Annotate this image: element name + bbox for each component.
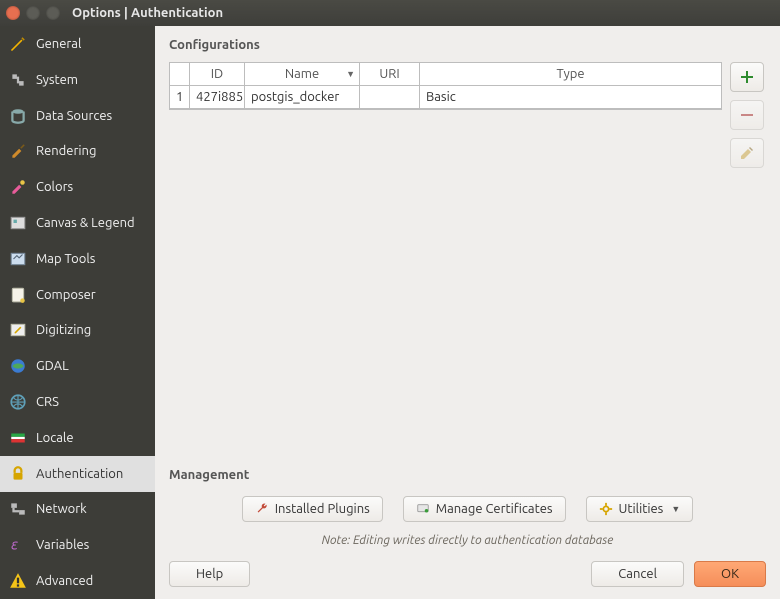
cell-type: Basic bbox=[420, 86, 722, 109]
locale-icon bbox=[8, 428, 28, 448]
management-note: Note: Editing writes directly to authent… bbox=[169, 534, 766, 547]
gear-icon bbox=[599, 502, 613, 516]
cell-n: 1 bbox=[170, 86, 190, 109]
sidebar-item-label: Advanced bbox=[36, 574, 93, 588]
sidebar-item-map-tools[interactable]: Map Tools bbox=[0, 241, 155, 277]
window-titlebar: Options | Authentication bbox=[0, 0, 780, 26]
rendering-icon bbox=[8, 141, 28, 161]
remove-config-button[interactable] bbox=[730, 100, 764, 130]
ok-button[interactable]: OK bbox=[694, 561, 766, 587]
management-heading: Management bbox=[169, 468, 766, 482]
table-header-id[interactable]: ID bbox=[190, 63, 245, 86]
manage-certificates-button[interactable]: Manage Certificates bbox=[403, 496, 566, 522]
sidebar-item-label: Authentication bbox=[36, 467, 123, 481]
variables-icon: ε bbox=[8, 535, 28, 555]
sidebar-item-label: Canvas & Legend bbox=[36, 216, 135, 230]
options-sidebar: General System Data Sources Rendering Colors… bbox=[0, 26, 155, 599]
sidebar-item-locale[interactable]: Locale bbox=[0, 420, 155, 456]
sidebar-item-label: Digitizing bbox=[36, 323, 91, 337]
add-config-button[interactable] bbox=[730, 62, 764, 92]
manage-certificates-label: Manage Certificates bbox=[436, 502, 553, 516]
cancel-button[interactable]: Cancel bbox=[591, 561, 684, 587]
gdal-icon bbox=[8, 356, 28, 376]
installed-plugins-button[interactable]: Installed Plugins bbox=[242, 496, 383, 522]
network-icon bbox=[8, 499, 28, 519]
map-tools-icon bbox=[8, 249, 28, 269]
configurations-heading: Configurations bbox=[169, 38, 766, 52]
sidebar-item-label: Composer bbox=[36, 288, 96, 302]
sidebar-item-gdal[interactable]: GDAL bbox=[0, 348, 155, 384]
data-sources-icon bbox=[8, 106, 28, 126]
crs-icon bbox=[8, 392, 28, 412]
sidebar-item-label: Network bbox=[36, 502, 87, 516]
sidebar-item-authentication[interactable]: Authentication bbox=[0, 456, 155, 492]
sidebar-item-canvas-legend[interactable]: Canvas & Legend bbox=[0, 205, 155, 241]
sidebar-item-crs[interactable]: CRS bbox=[0, 384, 155, 420]
canvas-legend-icon bbox=[8, 213, 28, 233]
window-close-button[interactable] bbox=[6, 6, 20, 20]
sidebar-item-system[interactable]: System bbox=[0, 62, 155, 98]
svg-text:ε: ε bbox=[11, 536, 18, 553]
wrench-icon bbox=[255, 502, 269, 516]
sidebar-item-composer[interactable]: Composer bbox=[0, 277, 155, 313]
installed-plugins-label: Installed Plugins bbox=[275, 502, 370, 516]
certificate-icon bbox=[416, 502, 430, 516]
sidebar-item-label: Colors bbox=[36, 180, 73, 194]
colors-icon bbox=[8, 177, 28, 197]
advanced-icon bbox=[8, 571, 28, 591]
plus-icon bbox=[739, 69, 755, 85]
cell-name: postgis_docker bbox=[245, 86, 360, 109]
chevron-down-icon: ▼ bbox=[671, 504, 680, 514]
cell-uri bbox=[360, 86, 420, 109]
window-title: Options | Authentication bbox=[72, 6, 223, 20]
general-icon bbox=[8, 34, 28, 54]
options-content: Configurations ID Name▼ URI Type 1427i88… bbox=[155, 26, 780, 599]
table-empty-area bbox=[169, 109, 722, 110]
config-toolbuttons bbox=[730, 62, 766, 168]
table-header-type[interactable]: Type bbox=[420, 63, 722, 86]
table-row[interactable]: 1427i885postgis_docker Basic bbox=[170, 86, 722, 109]
window-minimize-button[interactable] bbox=[26, 6, 40, 20]
utilities-button[interactable]: Utilities ▼ bbox=[586, 496, 694, 522]
pencil-icon bbox=[739, 145, 755, 161]
authentication-icon bbox=[8, 464, 28, 484]
minus-icon bbox=[739, 107, 755, 123]
dialog-footer: Help Cancel OK bbox=[169, 561, 766, 587]
sidebar-item-colors[interactable]: Colors bbox=[0, 169, 155, 205]
sidebar-item-advanced[interactable]: Advanced bbox=[0, 563, 155, 599]
composer-icon bbox=[8, 285, 28, 305]
sidebar-item-general[interactable]: General bbox=[0, 26, 155, 62]
table-header-rownum[interactable] bbox=[170, 63, 190, 86]
sidebar-item-digitizing[interactable]: Digitizing bbox=[0, 313, 155, 349]
sidebar-item-label: Variables bbox=[36, 538, 89, 552]
sidebar-item-label: General bbox=[36, 37, 81, 51]
sidebar-item-label: CRS bbox=[36, 395, 59, 409]
table-header-uri[interactable]: URI bbox=[360, 63, 420, 86]
sidebar-item-label: Rendering bbox=[36, 144, 96, 158]
sort-indicator-icon: ▼ bbox=[346, 69, 355, 79]
management-buttons-row: Installed Plugins Manage Certificates Ut… bbox=[169, 496, 766, 522]
sidebar-item-rendering[interactable]: Rendering bbox=[0, 133, 155, 169]
sidebar-item-label: GDAL bbox=[36, 359, 69, 373]
sidebar-item-data-sources[interactable]: Data Sources bbox=[0, 98, 155, 134]
table-header-name[interactable]: Name▼ bbox=[245, 63, 360, 86]
configurations-table: ID Name▼ URI Type 1427i885postgis_docker… bbox=[169, 62, 722, 110]
help-button[interactable]: Help bbox=[169, 561, 250, 587]
sidebar-item-variables[interactable]: ε Variables bbox=[0, 527, 155, 563]
edit-config-button[interactable] bbox=[730, 138, 764, 168]
window-maximize-button[interactable] bbox=[46, 6, 60, 20]
sidebar-item-label: Map Tools bbox=[36, 252, 95, 266]
sidebar-item-label: Data Sources bbox=[36, 109, 112, 123]
sidebar-item-network[interactable]: Network bbox=[0, 492, 155, 528]
cell-id: 427i885 bbox=[190, 86, 245, 109]
system-icon bbox=[8, 70, 28, 90]
sidebar-item-label: Locale bbox=[36, 431, 74, 445]
sidebar-item-label: System bbox=[36, 73, 78, 87]
digitizing-icon bbox=[8, 320, 28, 340]
utilities-label: Utilities bbox=[619, 502, 664, 516]
